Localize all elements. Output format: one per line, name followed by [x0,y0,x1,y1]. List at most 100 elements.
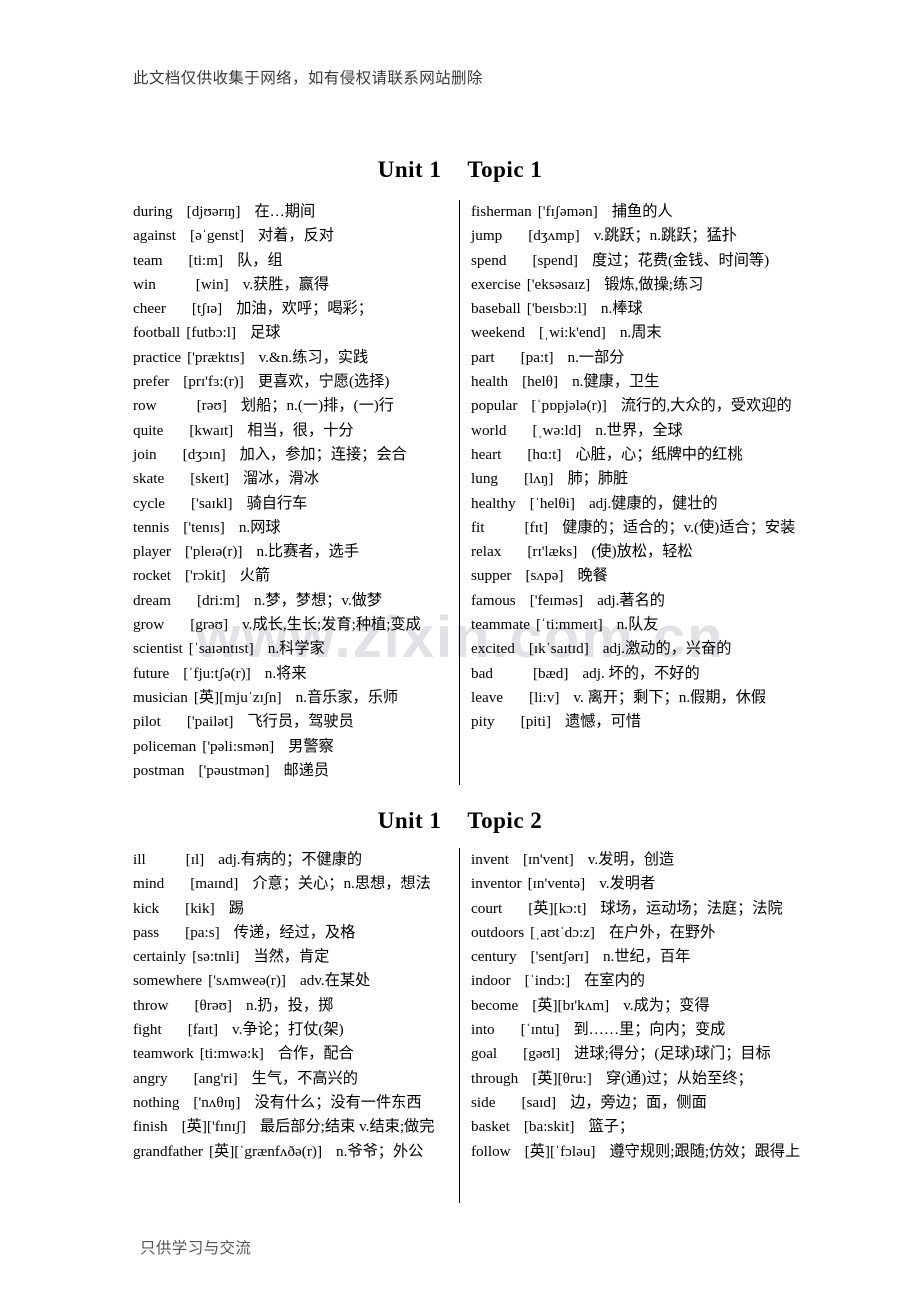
vocabulary-definition: 在室内的 [584,972,645,990]
vocabulary-headword: practice [133,348,182,366]
vocabulary-headword: into [471,1021,495,1039]
vocabulary-definition: 穿(通)过；从始至终； [605,1069,753,1087]
vocabulary-entry: against [əˈgenst] 对着，反对 [133,224,451,248]
vocabulary-headword: grandfather [133,1142,203,1160]
vocabulary-definition: 在…期间 [254,203,316,220]
vocabulary-entry: world [ˌwə:ld] n.世界，全球 [471,419,813,443]
vocabulary-definition: 心脏，心；纸牌中的红桃 [575,445,743,463]
vocabulary-definition: v.发明，创造 [587,851,675,868]
vocabulary-definition: adj. 坏的，不好的 [582,664,700,682]
vocabulary-headword: cycle [133,494,166,512]
vocabulary-definition: 进球;得分；(足球)球门；目标 [574,1045,771,1063]
vocabulary-headword: supper [471,567,512,585]
vocabulary-phonetic: [pa:s] [185,923,220,941]
wordlist-column-right: fisherman ['fɪʃəmən] 捕鱼的人 jump [dʒʌmp] v.跳跃；n… [471,200,813,735]
vocabulary-phonetic: ['pleɪə(r)] [184,543,243,561]
vocabulary-entry: throw [θrəʊ] n.扔，投，掷 [133,994,451,1018]
vocabulary-phonetic: [ˈɪntu] [520,1021,560,1039]
vocabulary-definition: v. 离开；剩下；n.假期，休假 [573,688,767,706]
vocabulary-definition: 足球 [250,324,281,342]
vocabulary-definition: 踢 [228,899,244,917]
vocabulary-entry: angry [ang'ri] 生气，不高兴的 [133,1067,451,1091]
vocabulary-headword: team [133,251,163,269]
vocabulary-headword: teammate [471,616,531,634]
vocabulary-phonetic: [tʃɪə] [191,300,223,318]
vocabulary-phonetic: ['saɪkl] [191,494,233,512]
vocabulary-definition: 火箭 [239,567,271,585]
vocabulary-entry: football [futbɔ:l] 足球 [133,321,451,345]
vocabulary-headword: leave [471,688,504,706]
vocabulary-entry: certainly [sə:tnli] 当然，肯定 [133,945,451,969]
vocabulary-phonetic: [dri:m] [196,591,240,609]
vocabulary-definition: 肺；肺脏 [567,470,629,488]
vocabulary-entry: quite [kwaɪt] 相当，很，十分 [133,419,451,443]
vocabulary-phonetic: ['pəustmən] [198,761,270,779]
vocabulary-phonetic: [pa:t] [520,348,554,366]
vocabulary-definition: n.世界，全球 [595,421,683,439]
vocabulary-entry: future [ˈfju:tʃə(r)] n.将来 [133,662,451,686]
vocabulary-headword: grow [133,616,165,634]
vocabulary-definition: n.世纪，百年 [602,948,691,966]
vocabulary-entry: cycle ['saɪkl] 骑自行车 [133,492,451,516]
vocabulary-definition: 没有什么；没有一件东西 [254,1093,422,1111]
vocabulary-headword: dream [133,591,171,609]
vocabulary-phonetic: ['pəli:smən] [202,737,275,755]
vocabulary-phonetic: [saɪd] [521,1093,557,1111]
vocabulary-headword: relax [471,543,502,561]
vocabulary-headword: certainly [133,948,187,966]
vocabulary-definition: 传递，经过，及格 [233,923,356,941]
vocabulary-phonetic: [英][bɪ'kʌm] [532,996,610,1014]
vocabulary-definition: 到……里；向内；变成 [573,1021,726,1039]
vocabulary-phonetic: [英][θru:] [532,1069,592,1087]
vocabulary-headword: health [471,373,509,391]
vocabulary-definition: 加油，欢呼；喝彩； [236,300,373,318]
vocabulary-entry: jump [dʒʌmp] v.跳跃；n.跳跃；猛扑 [471,224,813,248]
vocabulary-definition: v.发明者 [599,875,656,893]
vocabulary-headword: become [471,996,519,1014]
vocabulary-phonetic: [skeɪt] [190,470,230,488]
vocabulary-entry: prefer [prɪ'fɜ:(r)] 更喜欢，宁愿(选择) [133,370,451,394]
vocabulary-headword: angry [133,1069,168,1087]
vocabulary-headword: goal [471,1045,498,1063]
vocabulary-phonetic: [ang'ri] [193,1069,238,1087]
vocabulary-definition: v.获胜，赢得 [242,275,330,293]
vocabulary-entry: supper [sʌpə] 晚餐 [471,564,813,588]
vocabulary-phonetic: ['rɔkit] [184,567,226,585]
document-page: www.zixin.com.cn 此文档仅供收集于网络，如有侵权请联系网站删除 … [0,0,920,1303]
vocabulary-entry: somewhere ['sʌmweə(r)] adv.在某处 [133,969,451,993]
vocabulary-entry: teammate [ˈti:mmeɪt] n.队友 [471,613,813,637]
vocabulary-headword: rocket [133,567,171,585]
vocabulary-entry: basket [ba:skit] 篮子； [471,1115,813,1139]
vocabulary-definition: n.网球 [238,518,281,536]
vocabulary-phonetic: [fɪt] [524,518,549,536]
vocabulary-phonetic: [ɪkˈsaɪtɪd] [528,640,589,658]
vocabulary-entry: weekend [ˌwi:k'end] n.周末 [471,321,813,345]
vocabulary-entry: finish [英]['fɪnɪʃ] 最后部分;结束 v.结束;做完 [133,1115,451,1139]
vocabulary-entry: fisherman ['fɪʃəmən] 捕鱼的人 [471,200,813,224]
vocabulary-headword: side [471,1093,496,1111]
vocabulary-definition: 流行的,大众的，受欢迎的 [620,397,792,415]
vocabulary-headword: football [133,324,181,342]
vocabulary-phonetic: [英][kɔ:t] [528,899,587,917]
section-heading-topic: Topic 2 [467,808,543,834]
vocabulary-headword: fit [471,518,485,536]
vocabulary-phonetic: [maɪnd] [190,875,239,893]
vocabulary-entry: player ['pleɪə(r)] n.比赛者，选手 [133,540,451,564]
vocabulary-entry: cheer [tʃɪə] 加油，欢呼；喝彩； [133,297,451,321]
vocabulary-headword: policeman [133,737,197,755]
vocabulary-headword: spend [471,251,507,269]
vocabulary-definition: n.音乐家，乐师 [295,688,399,706]
vocabulary-definition: 晚餐 [577,567,608,585]
vocabulary-headword: lung [471,470,499,488]
vocabulary-entry: relax [rɪ'læks] (使)放松，轻松 [471,540,813,564]
vocabulary-phonetic: [kik] [185,899,215,917]
vocabulary-phonetic: [ˌwə:ld] [532,421,582,439]
vocabulary-phonetic: [英][ˈfɔləu] [524,1142,596,1160]
vocabulary-entry: skate [skeɪt] 溜冰，滑冰 [133,467,451,491]
vocabulary-phonetic: ['tenɪs] [183,518,225,536]
vocabulary-definition: n.比赛者，选手 [256,543,360,561]
vocabulary-phonetic: [hɑ:t] [527,445,562,463]
vocabulary-headword: nothing [133,1093,180,1111]
vocabulary-phonetic: [ˌwi:k'end] [538,324,606,342]
vocabulary-phonetic: [piti] [520,713,552,731]
